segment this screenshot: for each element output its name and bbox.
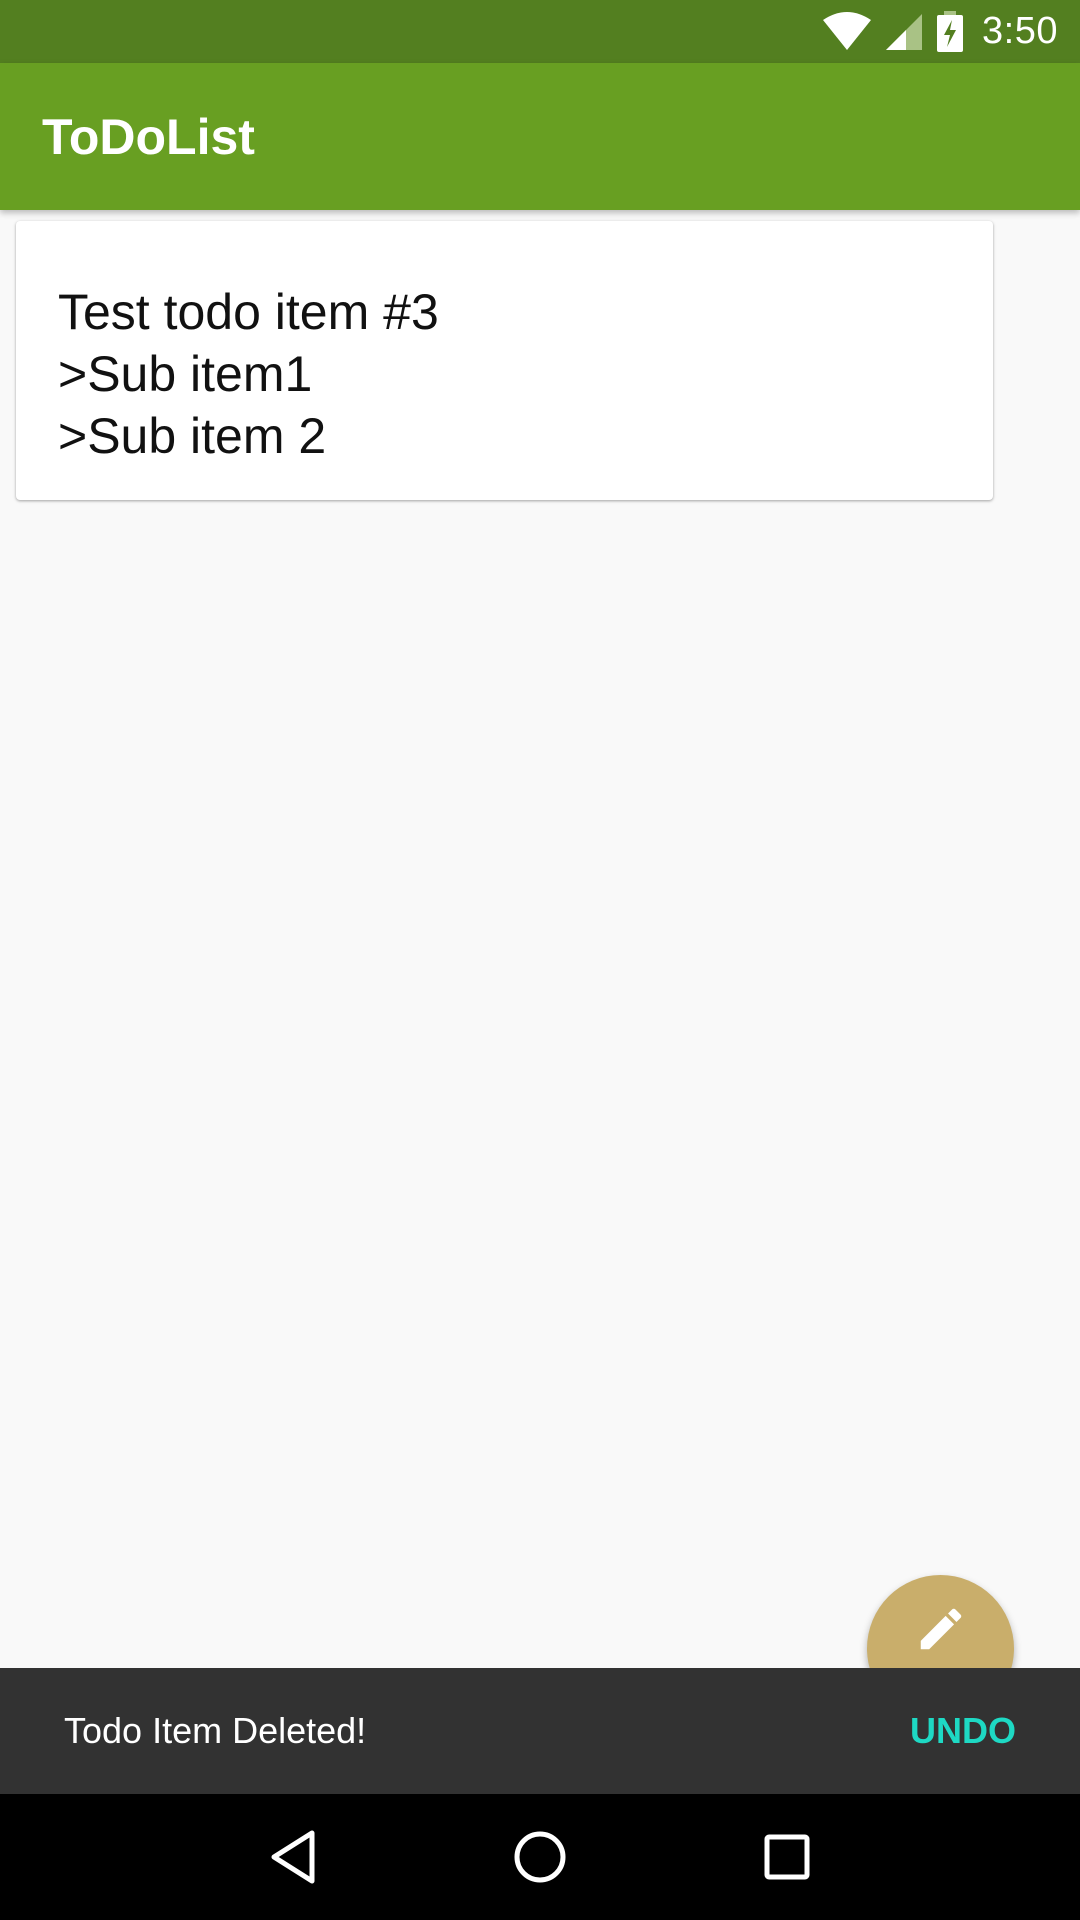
status-bar: 3:50	[0, 0, 1080, 63]
recents-icon[interactable]	[742, 1812, 832, 1902]
home-icon[interactable]	[495, 1812, 585, 1902]
snackbar-message: Todo Item Deleted!	[64, 1710, 367, 1751]
cellular-signal-icon	[884, 12, 924, 52]
todo-subitem: >Sub item 2	[58, 408, 327, 464]
todo-item-title: Test todo item #3	[58, 284, 439, 340]
battery-charging-icon	[936, 10, 964, 53]
screen: 3:50 ToDoList Test todo item #3 >Sub ite…	[0, 0, 1080, 1920]
todo-subitem: >Sub item1	[58, 346, 313, 402]
todo-list: Test todo item #3 >Sub item1 >Sub item 2	[0, 210, 1080, 1668]
navigation-bar	[0, 1794, 1080, 1920]
undo-button[interactable]: UNDO	[910, 1710, 1016, 1752]
wifi-icon	[822, 11, 872, 52]
app-bar: ToDoList	[0, 63, 1080, 210]
back-icon[interactable]	[248, 1812, 338, 1902]
snackbar: Todo Item Deleted! UNDO	[0, 1668, 1080, 1794]
todo-item-card[interactable]: Test todo item #3 >Sub item1 >Sub item 2	[16, 221, 993, 500]
edit-pencil-icon	[914, 1602, 968, 1661]
app-title: ToDoList	[42, 108, 255, 165]
status-time: 3:50	[982, 10, 1058, 52]
